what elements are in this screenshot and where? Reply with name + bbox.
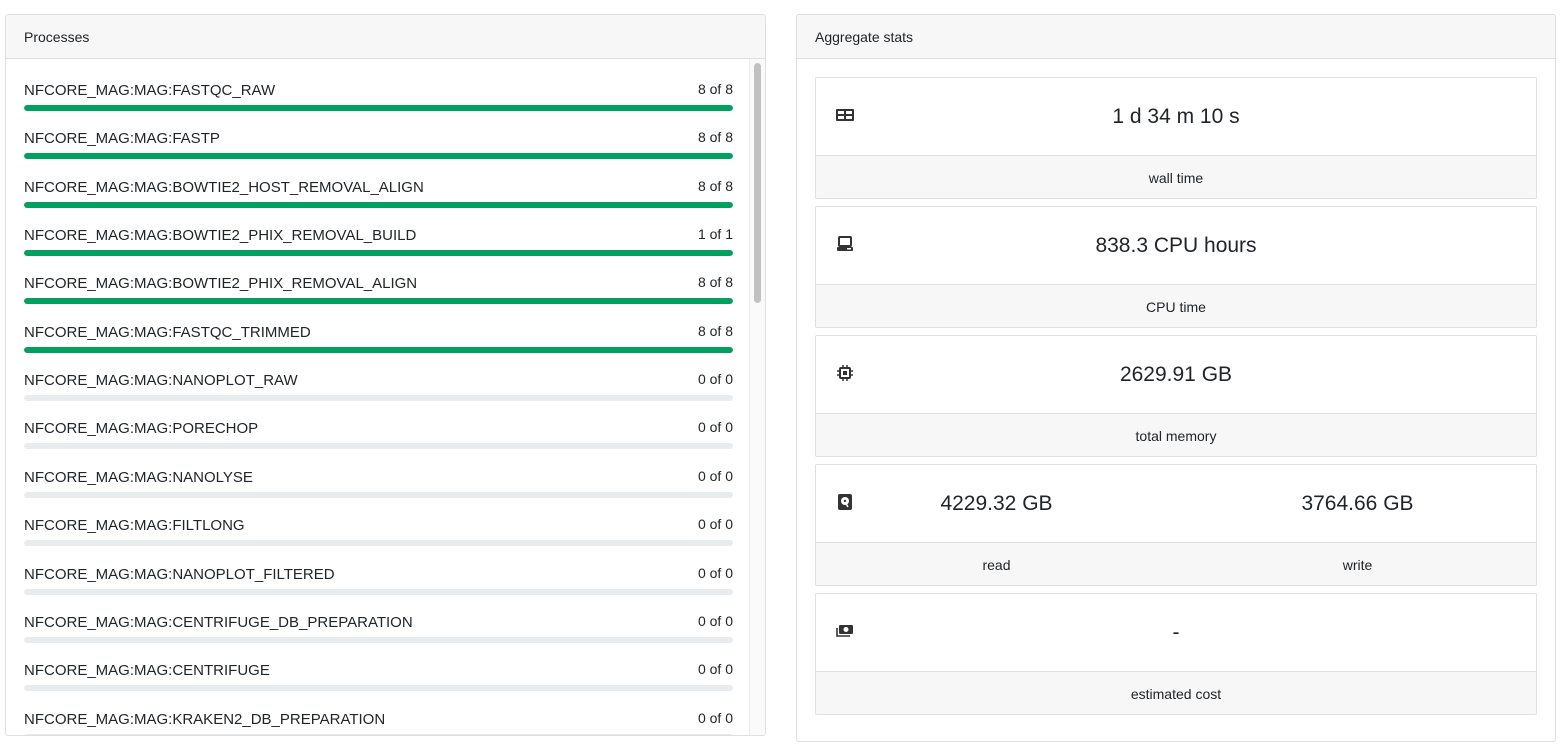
- io-read-label: read: [982, 556, 1011, 573]
- process-name: NFCORE_MAG:MAG:NANOPLOT_FILTERED: [24, 565, 335, 583]
- process-progress-fill: [24, 105, 733, 111]
- process-name: NFCORE_MAG:MAG:KRAKEN2_DB_PREPARATION: [24, 710, 386, 728]
- process-progress-bar: [24, 201, 733, 208]
- process-name: NFCORE_MAG:MAG:NANOPLOT_RAW: [24, 372, 298, 390]
- process-name: NFCORE_MAG:MAG:FILTLONG: [24, 517, 245, 535]
- process-count: 0 of 0: [697, 661, 733, 678]
- process-row: NFCORE_MAG:MAG:PORECHOP 0 of 0: [24, 419, 733, 468]
- process-name: NFCORE_MAG:MAG:PORECHOP: [24, 420, 259, 438]
- io-write-value: 3764.66 GB: [1301, 492, 1414, 515]
- process-count: 8 of 8: [697, 322, 733, 339]
- process-progress-fill: [24, 153, 733, 160]
- process-row: NFCORE_MAG:MAG:KRAKEN2_DB_PREPARATION 0 o…: [24, 709, 733, 735]
- processes-header: Processes: [6, 15, 765, 59]
- aggregate-stats-header: Aggregate stats: [797, 15, 1555, 59]
- cpu-time-value: 838.3 CPU hours: [1095, 234, 1257, 257]
- process-row: NFCORE_MAG:MAG:BOWTIE2_HOST_REMOVAL_ALIG…: [24, 177, 733, 227]
- io-card: 4229.32 GB 3764.66 GB read write: [815, 464, 1537, 586]
- process-progress-fill: [24, 346, 733, 353]
- processes-panel: Processes NFCORE_MAG:MAG:FASTQC_RAW 8 of …: [5, 14, 766, 736]
- process-count: 8 of 8: [697, 129, 733, 146]
- process-progress-bar: [24, 733, 733, 735]
- process-count: 0 of 0: [697, 612, 733, 629]
- memory-card: 2629.91 GB total memory: [815, 335, 1537, 457]
- process-progress-bar: [24, 105, 733, 111]
- memory-value: 2629.91 GB: [1119, 363, 1233, 386]
- process-count: 0 of 0: [697, 467, 733, 484]
- scrollbar-thumb[interactable]: [754, 63, 761, 303]
- process-progress-fill: [24, 201, 733, 208]
- process-name: NFCORE_MAG:MAG:BOWTIE2_HOST_REMOVAL_ALIG…: [24, 178, 424, 196]
- process-name: NFCORE_MAG:MAG:CENTRIFUGE_DB_PREPARATION: [24, 613, 413, 631]
- cpu-time-card: 838.3 CPU hours CPU time: [815, 206, 1537, 328]
- process-row: NFCORE_MAG:MAG:FASTQC_RAW 8 of 8: [24, 81, 733, 130]
- process-count: 0 of 0: [697, 371, 733, 388]
- process-progress-bar: [24, 685, 733, 692]
- process-count: 0 of 0: [697, 709, 733, 726]
- wall-time-value: 1 d 34 m 10 s: [1112, 105, 1240, 128]
- process-list[interactable]: NFCORE_MAG:MAG:FASTQC_RAW 8 of 8 NFCORE_MA…: [6, 59, 751, 735]
- process-name: NFCORE_MAG:MAG:NANOLYSE: [24, 468, 253, 486]
- process-count: 1 of 1: [697, 226, 733, 243]
- process-count: 0 of 0: [697, 419, 733, 436]
- process-row: NFCORE_MAG:MAG:NANOPLOT_RAW 0 of 0: [24, 371, 733, 420]
- process-row: NFCORE_MAG:MAG:CENTRIFUGE_DB_PREPARATION…: [24, 612, 733, 662]
- process-progress-fill: [24, 298, 733, 305]
- wall-time-label: wall time: [1148, 169, 1204, 186]
- process-name: NFCORE_MAG:MAG:FASTQC_TRIMMED: [24, 323, 311, 341]
- process-count: 0 of 0: [697, 564, 733, 581]
- process-progress-bar: [24, 153, 733, 160]
- process-name: NFCORE_MAG:MAG:FASTP: [24, 130, 220, 148]
- process-list-scrollbar[interactable]: [749, 59, 765, 735]
- process-name: NFCORE_MAG:MAG:BOWTIE2_PHIX_REMOVAL_ALIG…: [24, 275, 418, 293]
- cost-label: estimated cost: [1130, 685, 1222, 702]
- process-progress-bar: [24, 540, 733, 547]
- memory-label: total memory: [1135, 427, 1217, 444]
- process-name: NFCORE_MAG:MAG:BOWTIE2_PHIX_REMOVAL_BUIL…: [24, 227, 417, 245]
- process-row: NFCORE_MAG:MAG:FASTP 8 of 8: [24, 129, 733, 178]
- process-progress-bar: [24, 491, 733, 498]
- process-name: NFCORE_MAG:MAG:CENTRIFUGE: [24, 662, 270, 680]
- processes-title: Processes: [24, 28, 90, 45]
- aggregate-stats-panel: Aggregate stats 1 d 34 m 10 s wall time: [796, 14, 1556, 742]
- process-progress-bar: [24, 443, 733, 450]
- process-row: NFCORE_MAG:MAG:BOWTIE2_PHIX_REMOVAL_ALIG…: [24, 274, 733, 323]
- process-progress-bar: [24, 250, 733, 257]
- process-count: 8 of 8: [697, 274, 733, 291]
- process-progress-bar: [24, 588, 733, 595]
- cost-value: -: [1172, 621, 1180, 644]
- io-read-value: 4229.32 GB: [940, 492, 1053, 515]
- process-progress-bar: [24, 346, 733, 353]
- process-row: NFCORE_MAG:MAG:NANOLYSE 0 of 0: [24, 467, 733, 517]
- process-progress-bar: [24, 636, 733, 643]
- process-row: NFCORE_MAG:MAG:BOWTIE2_PHIX_REMOVAL_BUIL…: [24, 226, 733, 275]
- aggregate-stats-title: Aggregate stats: [815, 28, 914, 45]
- cost-card: - estimated cost: [815, 593, 1537, 715]
- process-row: NFCORE_MAG:MAG:FASTQC_TRIMMED 8 of 8: [24, 322, 733, 372]
- cpu-time-label: CPU time: [1146, 298, 1206, 315]
- process-row: NFCORE_MAG:MAG:NANOPLOT_FILTERED 0 of 0: [24, 564, 733, 614]
- process-progress-bar: [24, 298, 733, 305]
- process-progress-bar: [24, 395, 733, 402]
- process-count: 0 of 0: [697, 516, 733, 533]
- process-row: NFCORE_MAG:MAG:FILTLONG 0 of 0: [24, 516, 733, 565]
- process-progress-fill: [24, 250, 733, 257]
- process-row: NFCORE_MAG:MAG:CENTRIFUGE 0 of 0: [24, 661, 733, 710]
- process-count: 8 of 8: [697, 177, 733, 194]
- wall-time-card: 1 d 34 m 10 s wall time: [815, 77, 1537, 199]
- io-write-label: write: [1342, 556, 1373, 573]
- process-count: 8 of 8: [697, 81, 733, 97]
- process-name: NFCORE_MAG:MAG:FASTQC_RAW: [24, 82, 276, 99]
